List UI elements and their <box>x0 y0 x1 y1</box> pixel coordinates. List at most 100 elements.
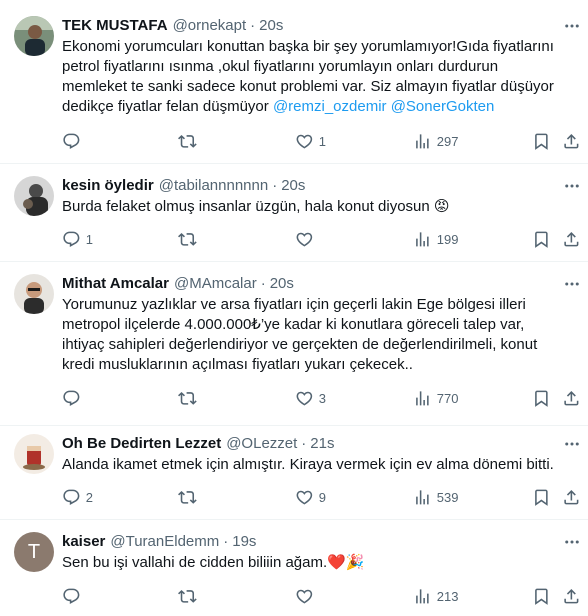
timestamp[interactable]: 19s <box>232 532 256 552</box>
action-bar: 3 770 <box>62 388 581 408</box>
views-button[interactable]: 297 <box>413 131 458 151</box>
bookmark-button[interactable] <box>532 487 551 507</box>
retweet-icon <box>178 589 197 603</box>
tweet-header: kesin öyledir @tabilannnnnnn · 20s <box>62 176 578 196</box>
separator-dot: · <box>301 435 307 452</box>
action-bar: 213 <box>62 586 581 606</box>
tweet-text-line: Ekonomi yorumcuları konuttan başka bir ş… <box>62 38 554 55</box>
tweet-text: Yorumunuz yazlıklar ve arsa fiyatları iç… <box>62 295 578 375</box>
reply-icon <box>63 133 80 149</box>
tweet-text-line: kredi musluklarının açılması fiyatları y… <box>62 356 413 373</box>
author-handle[interactable]: @ornekapt <box>173 16 247 36</box>
bookmark-icon <box>535 588 548 605</box>
views-icon <box>416 390 429 406</box>
views-button[interactable]: 199 <box>413 229 458 249</box>
author-name[interactable]: Oh Be Dedirten Lezzet <box>62 434 221 454</box>
avatar[interactable] <box>14 434 54 474</box>
timestamp[interactable]: 20s <box>281 176 305 196</box>
author-name[interactable]: TEK MUSTAFA <box>62 16 168 36</box>
action-bar: 2 9 539 <box>62 487 581 507</box>
avatar[interactable]: T <box>14 532 54 572</box>
tweet-5[interactable]: T kaiser @TuranEldemm · 19s Sen bu işi v… <box>0 520 588 616</box>
reply-feed: TEK MUSTAFA @ornekapt · 20s Ekonomi yoru… <box>0 0 588 616</box>
retweet-button[interactable] <box>178 487 202 507</box>
author-name[interactable]: kesin öyledir <box>62 176 154 196</box>
mention-link[interactable]: @remzi_ozdemir <box>273 98 387 115</box>
reply-button[interactable] <box>62 586 86 606</box>
bookmark-button[interactable] <box>532 388 551 408</box>
timestamp[interactable]: 20s <box>270 274 294 294</box>
tweet-3[interactable]: Mithat Amcalar @MAmcalar · 20s Yorumunuz… <box>0 262 588 426</box>
tweet-text-line: petrol fiyatlarını ısınma ,okul fiyatlar… <box>62 58 499 75</box>
author-name[interactable]: Mithat Amcalar <box>62 274 169 294</box>
retweet-icon <box>178 490 197 504</box>
share-icon <box>564 588 579 604</box>
views-button[interactable]: 213 <box>413 586 458 606</box>
avatar[interactable] <box>14 176 54 216</box>
reply-icon <box>63 390 80 406</box>
mention-link[interactable]: @SonerGokten <box>391 98 495 115</box>
retweet-button[interactable] <box>178 586 202 606</box>
separator-dot: · <box>250 17 256 34</box>
more-icon[interactable] <box>562 434 582 454</box>
avatar[interactable] <box>14 16 54 56</box>
share-button[interactable] <box>562 131 581 151</box>
share-icon <box>564 133 579 149</box>
author-name[interactable]: kaiser <box>62 532 105 552</box>
reply-button[interactable]: 1 <box>62 229 93 249</box>
reply-icon <box>63 489 80 505</box>
share-button[interactable] <box>562 586 581 606</box>
like-button[interactable] <box>295 586 319 606</box>
timestamp[interactable]: 21s <box>310 434 334 454</box>
author-handle[interactable]: @OLezzet <box>226 434 297 454</box>
like-icon <box>296 391 313 406</box>
author-handle[interactable]: @TuranEldemm <box>110 532 219 552</box>
reply-button[interactable]: 2 <box>62 487 93 507</box>
tweet-text: Burda felaket olmuş insanlar üzgün, hala… <box>62 197 578 217</box>
bookmark-icon <box>535 133 548 150</box>
retweet-icon <box>178 232 197 246</box>
like-button[interactable]: 1 <box>295 131 326 151</box>
tweet-text: Ekonomi yorumcuları konuttan başka bir ş… <box>62 37 578 117</box>
like-button[interactable] <box>295 229 319 249</box>
tweet-text-line: ihtiyaç sahipleri değerlendiriyor ve ger… <box>62 336 538 353</box>
avatar[interactable] <box>14 274 54 314</box>
more-icon[interactable] <box>562 532 582 552</box>
timestamp[interactable]: 20s <box>259 16 283 36</box>
tweet-text-line: metropol ilçelerde 4.000.000₺’ye kadar k… <box>62 316 525 333</box>
retweet-button[interactable] <box>178 229 202 249</box>
share-icon <box>564 489 579 505</box>
separator-dot: · <box>272 177 278 194</box>
retweet-icon <box>178 391 197 405</box>
views-icon <box>416 489 429 505</box>
views-button[interactable]: 539 <box>413 487 458 507</box>
more-icon[interactable] <box>562 16 582 36</box>
bookmark-button[interactable] <box>532 131 551 151</box>
tweet-1[interactable]: TEK MUSTAFA @ornekapt · 20s Ekonomi yoru… <box>0 0 588 164</box>
retweet-button[interactable] <box>178 131 202 151</box>
separator-dot: · <box>260 275 266 292</box>
author-handle[interactable]: @MAmcalar <box>174 274 257 294</box>
retweet-button[interactable] <box>178 388 202 408</box>
like-button[interactable]: 9 <box>295 487 326 507</box>
retweet-icon <box>178 134 197 148</box>
views-button[interactable]: 770 <box>413 388 458 408</box>
share-button[interactable] <box>562 388 581 408</box>
bookmark-button[interactable] <box>532 586 551 606</box>
tweet-4[interactable]: Oh Be Dedirten Lezzet @OLezzet · 21s Ala… <box>0 426 588 520</box>
reply-button[interactable] <box>62 131 86 151</box>
reply-icon <box>63 588 80 604</box>
views-icon <box>416 588 429 604</box>
more-icon[interactable] <box>562 176 582 196</box>
share-button[interactable] <box>562 487 581 507</box>
like-button[interactable]: 3 <box>295 388 326 408</box>
more-icon[interactable] <box>562 274 582 294</box>
avatar-letter: T <box>27 540 41 563</box>
separator-dot: · <box>223 533 229 550</box>
tweet-2[interactable]: kesin öyledir @tabilannnnnnn · 20s Burda… <box>0 164 588 262</box>
author-handle[interactable]: @tabilannnnnnn <box>159 176 268 196</box>
share-button[interactable] <box>562 229 581 249</box>
bookmark-button[interactable] <box>532 229 551 249</box>
reply-button[interactable] <box>62 388 86 408</box>
bookmark-icon <box>535 489 548 506</box>
